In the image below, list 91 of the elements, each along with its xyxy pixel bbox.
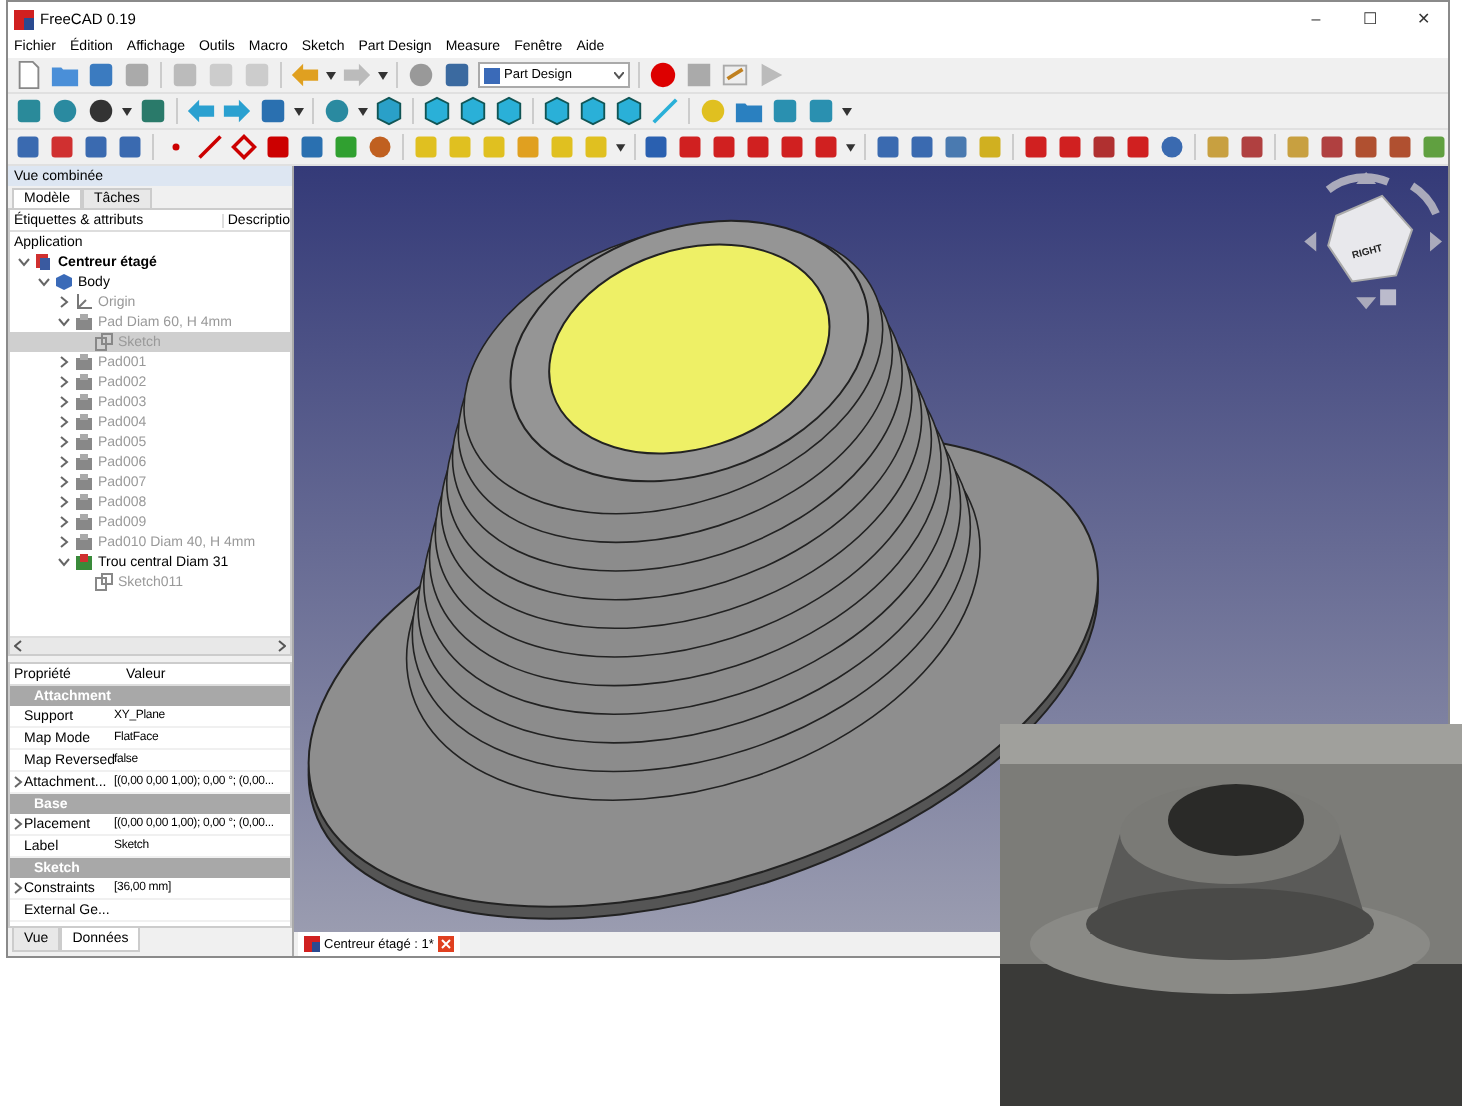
sketch-icon xyxy=(94,572,114,592)
square-icon[interactable] xyxy=(1385,132,1414,162)
square-icon[interactable] xyxy=(1419,132,1448,162)
window-control[interactable]: ☐ xyxy=(1346,10,1394,28)
chevron-icon[interactable] xyxy=(58,316,70,328)
chevron-icon[interactable] xyxy=(38,276,50,288)
square-icon[interactable] xyxy=(116,132,144,162)
square-icon[interactable] xyxy=(908,132,937,162)
chevron-icon[interactable] xyxy=(58,516,70,528)
square-icon[interactable] xyxy=(1090,132,1119,162)
circle-icon[interactable] xyxy=(1158,132,1187,162)
square-icon[interactable] xyxy=(331,132,360,162)
caret-icon xyxy=(614,71,624,79)
square-icon[interactable] xyxy=(297,132,326,162)
square-icon[interactable] xyxy=(874,132,903,162)
chevron-icon[interactable] xyxy=(12,882,24,894)
chevron-icon[interactable] xyxy=(12,818,24,830)
caret-icon[interactable] xyxy=(615,143,626,151)
caret-icon[interactable] xyxy=(294,107,304,115)
square-icon[interactable] xyxy=(14,132,42,162)
square-icon[interactable] xyxy=(442,60,472,90)
scroll-right-icon[interactable] xyxy=(278,640,286,652)
chevron-icon[interactable] xyxy=(12,776,24,788)
pad-icon xyxy=(74,452,94,472)
square-icon[interactable] xyxy=(263,132,292,162)
sketch-icon xyxy=(94,332,114,352)
window-control[interactable]: ✕ xyxy=(1400,10,1448,28)
line-icon[interactable] xyxy=(195,132,224,162)
app-icon xyxy=(14,9,34,29)
chevron-icon[interactable] xyxy=(58,396,70,408)
square-icon[interactable] xyxy=(1056,132,1085,162)
square-icon[interactable] xyxy=(676,132,705,162)
record-icon[interactable] xyxy=(648,60,678,90)
square-icon[interactable] xyxy=(778,132,807,162)
square-icon[interactable] xyxy=(14,96,44,126)
square-icon[interactable] xyxy=(1237,132,1266,162)
chevron-icon[interactable] xyxy=(58,536,70,548)
caret-icon[interactable] xyxy=(378,71,388,79)
square-icon[interactable] xyxy=(138,96,168,126)
caret-icon[interactable] xyxy=(842,107,852,115)
window-control[interactable]: – xyxy=(1292,10,1340,28)
edit-icon[interactable] xyxy=(720,60,750,90)
square-icon[interactable] xyxy=(1022,132,1051,162)
pad-icon xyxy=(74,532,94,552)
caret-icon[interactable] xyxy=(358,107,368,115)
caret-icon[interactable] xyxy=(122,107,132,115)
axes-icon xyxy=(74,292,94,312)
square-icon[interactable] xyxy=(942,132,971,162)
scroll-left-icon[interactable] xyxy=(14,640,22,652)
chevron-icon[interactable] xyxy=(58,496,70,508)
caret-icon[interactable] xyxy=(846,143,857,151)
arrow-right-icon[interactable] xyxy=(222,96,252,126)
chevron-icon[interactable] xyxy=(58,456,70,468)
pad-icon xyxy=(74,432,94,452)
chevron-icon[interactable] xyxy=(18,256,30,268)
square-icon[interactable] xyxy=(710,132,739,162)
pad-icon xyxy=(74,492,94,512)
chevron-icon[interactable] xyxy=(58,376,70,388)
square-icon[interactable] xyxy=(744,132,773,162)
square-icon[interactable] xyxy=(86,60,116,90)
chevron-icon[interactable] xyxy=(58,436,70,448)
document-icon xyxy=(34,252,54,272)
chevron-icon[interactable] xyxy=(58,416,70,428)
caret-icon[interactable] xyxy=(326,71,336,79)
circle-icon[interactable] xyxy=(86,96,116,126)
square-icon[interactable] xyxy=(1317,132,1346,162)
pad-icon xyxy=(74,372,94,392)
diamond-icon[interactable] xyxy=(229,132,258,162)
chevron-icon[interactable] xyxy=(58,356,70,368)
pad-icon xyxy=(74,352,94,372)
square-icon[interactable] xyxy=(770,96,800,126)
pad-icon xyxy=(74,392,94,412)
square-icon[interactable] xyxy=(642,132,671,162)
chevron-icon[interactable] xyxy=(58,476,70,488)
pad-icon xyxy=(74,472,94,492)
pad-icon xyxy=(74,412,94,432)
square-icon[interactable] xyxy=(258,96,288,126)
app-icon xyxy=(304,936,320,952)
chevron-icon[interactable] xyxy=(58,556,70,568)
square-icon[interactable] xyxy=(1124,132,1153,162)
square-icon[interactable] xyxy=(48,132,76,162)
body-icon xyxy=(54,272,74,292)
close-icon[interactable] xyxy=(437,936,454,952)
pocket-icon xyxy=(74,552,94,572)
square-icon[interactable] xyxy=(82,132,110,162)
square-icon[interactable] xyxy=(812,132,841,162)
chevron-icon[interactable] xyxy=(58,296,70,308)
square-icon[interactable] xyxy=(1351,132,1380,162)
pad-icon xyxy=(74,512,94,532)
pad-icon xyxy=(74,312,94,332)
arrow-left-icon[interactable] xyxy=(186,96,216,126)
